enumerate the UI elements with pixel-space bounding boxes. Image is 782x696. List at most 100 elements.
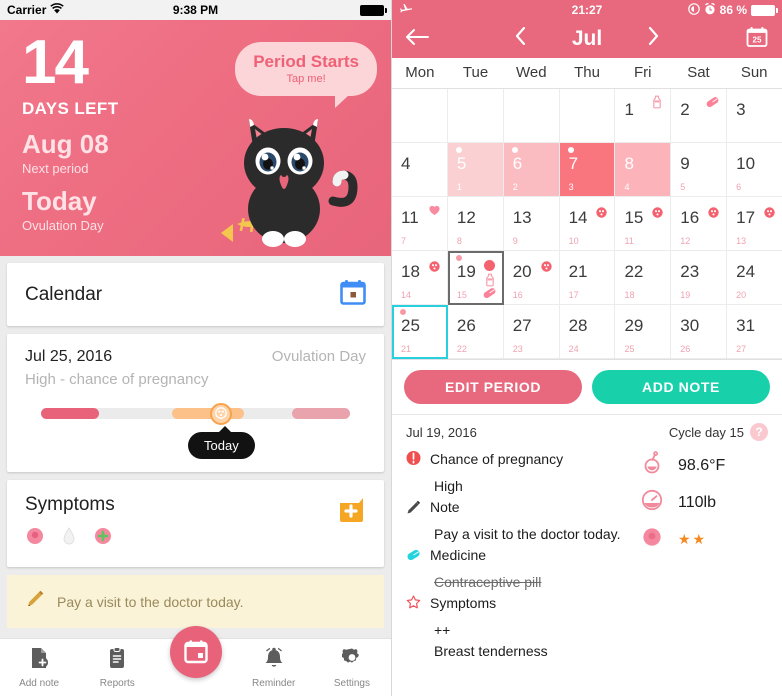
chevron-left-icon[interactable] (515, 26, 526, 51)
cycle-day-number: 4 (624, 182, 630, 192)
calendar-card[interactable]: Calendar (7, 263, 384, 326)
calendar-grid[interactable]: 1 2 3 4 5 1 6 2 7 3 8 4 9 5 10 6 11 7 12 8 13 9 14 10 15 11 16 12 17… (392, 89, 782, 360)
calendar-day-20[interactable]: 20 16 (503, 251, 560, 305)
calendar-fab-icon[interactable] (169, 626, 222, 678)
tab-reminder[interactable]: Reminder (235, 647, 313, 689)
calendar-day-24[interactable]: 24 20 (727, 251, 782, 305)
heart-icon (428, 203, 441, 221)
tab-add-note[interactable]: Add note (0, 647, 78, 689)
calendar-day-number: 6 (512, 154, 523, 173)
period-starts-bubble[interactable]: Period Starts Tap me! (235, 42, 377, 108)
calendar-day-17[interactable]: 17 13 (727, 197, 782, 251)
calendar-day-6[interactable]: 62 (503, 143, 560, 197)
help-icon[interactable]: ? (750, 423, 768, 441)
calendar-day-14[interactable]: 14 10 (559, 197, 616, 251)
calendar-day-13[interactable]: 13 9 (503, 197, 560, 251)
calendar-day-4[interactable]: 4 (392, 143, 448, 197)
detail-item-note: Note (406, 497, 640, 522)
calendar-day-23[interactable]: 23 19 (671, 251, 728, 305)
calendar-day-7[interactable]: 73 (559, 143, 616, 197)
calendar-day-19[interactable]: 19 15 (447, 251, 504, 305)
cycle-detail-card[interactable]: Jul 25, 2016 Ovulation Day High - chance… (7, 334, 384, 472)
calendar-day-28[interactable]: 28 24 (559, 305, 616, 359)
metric-symptom-rating: ★★ (640, 525, 768, 554)
arrow-left-icon[interactable] (406, 28, 430, 50)
calendar-day-2[interactable]: 2 (671, 89, 728, 143)
black-cat-mascot[interactable] (215, 113, 365, 256)
calendar-icon[interactable] (340, 279, 366, 310)
tab-settings[interactable]: Settings (313, 647, 391, 689)
ovulation-knob-icon[interactable] (210, 403, 232, 425)
discharge-icon[interactable] (59, 526, 79, 551)
calendar-day-number: 27 (512, 316, 532, 335)
calendar-day-10[interactable]: 10 6 (727, 143, 782, 197)
cycle-day-number: 17 (568, 290, 579, 300)
current-month-label[interactable]: Jul (572, 27, 602, 51)
breast-tenderness-icon[interactable] (25, 526, 45, 551)
calendar-day-number: 29 (624, 316, 644, 335)
cycle-day-number: 23 (512, 344, 523, 354)
cycle-day-number: 20 (736, 290, 747, 300)
status-bar-left: Carrier 9:38 PM (0, 0, 391, 20)
calendar-day-1[interactable]: 1 (615, 89, 672, 143)
symptoms-card[interactable]: Symptoms (7, 480, 384, 567)
calendar-day-number: 15 (624, 208, 644, 227)
cycle-day-number: 16 (512, 290, 523, 300)
calendar-day-number: 4 (401, 154, 411, 173)
weekday-fri: Fri (633, 64, 652, 81)
weekday-sat: Sat (687, 64, 710, 81)
calendar-day-29[interactable]: 29 25 (615, 305, 672, 359)
cycle-day-number: 18 (624, 290, 635, 300)
cycle-timeline[interactable]: Today (25, 403, 366, 459)
note-banner[interactable]: Pay a visit to the doctor today. (7, 575, 384, 628)
cycle-day-number: 5 (680, 182, 686, 192)
detail-subtitle: High - chance of pregnancy (25, 371, 209, 388)
add-note-button[interactable]: ADD NOTE (592, 370, 770, 404)
tab-reports[interactable]: Reports (78, 646, 156, 689)
calendar-day-number: 26 (456, 316, 476, 335)
hero-panel[interactable]: 14 DAYS LEFT Aug 08 Next period Today Ov… (0, 20, 391, 256)
calendar-25-icon[interactable]: 25 (746, 26, 768, 53)
cycle-day-number: 14 (401, 290, 412, 300)
days-left-number: 14 (22, 28, 89, 97)
calendar-day-9[interactable]: 95 (671, 143, 728, 197)
dual-screenshot: Carrier 9:38 PM 14 DAYS LEFT Aug 08 Next… (0, 0, 782, 696)
calendar-day-26[interactable]: 26 22 (447, 305, 504, 359)
calendar-day-25[interactable]: 25 21 (392, 305, 448, 359)
cycle-day-number: 21 (401, 344, 412, 354)
calendar-cell-empty (392, 89, 448, 143)
calendar-day-11[interactable]: 11 7 (392, 197, 448, 251)
calendar-day-27[interactable]: 27 23 (503, 305, 560, 359)
calendar-day-number: 25 (401, 316, 420, 335)
calendar-day-31[interactable]: 31 27 (727, 305, 782, 359)
calendar-day-15[interactable]: 15 11 (615, 197, 672, 251)
calendar-cell-empty (559, 89, 616, 143)
status-time-right: 21:27 (571, 3, 603, 17)
fertile-icon (652, 205, 663, 223)
today-title: Today (22, 185, 97, 216)
breast-icon (640, 525, 664, 554)
calendar-day-number: 2 (680, 100, 690, 119)
weekday-wed: Wed (516, 64, 547, 81)
tab-reminder-label: Reminder (252, 677, 296, 689)
calendar-day-21[interactable]: 21 17 (559, 251, 616, 305)
calendar-day-30[interactable]: 30 26 (671, 305, 728, 359)
chevron-right-icon[interactable] (648, 26, 659, 51)
calendar-day-22[interactable]: 22 18 (615, 251, 672, 305)
note-ink-icon (650, 95, 664, 114)
calendar-day-number: 31 (736, 316, 756, 335)
cycle-day-number: 8 (456, 236, 462, 246)
calendar-day-18[interactable]: 18 14 (392, 251, 448, 305)
pill-icon (406, 545, 421, 570)
symptoms-card-title: Symptoms (25, 494, 115, 515)
edit-period-button[interactable]: EDIT PERIOD (404, 370, 582, 404)
add-symptom-icon[interactable] (93, 526, 113, 551)
calendar-day-16[interactable]: 16 12 (671, 197, 728, 251)
calendar-day-3[interactable]: 3 (727, 89, 782, 143)
calendar-day-12[interactable]: 12 8 (447, 197, 504, 251)
next-period-date: Aug 08 (22, 128, 109, 159)
cycle-day-number: 15 (456, 290, 467, 300)
calendar-day-5[interactable]: 51 (447, 143, 504, 197)
medicine-bag-icon[interactable] (336, 494, 366, 529)
calendar-day-8[interactable]: 84 (615, 143, 672, 197)
